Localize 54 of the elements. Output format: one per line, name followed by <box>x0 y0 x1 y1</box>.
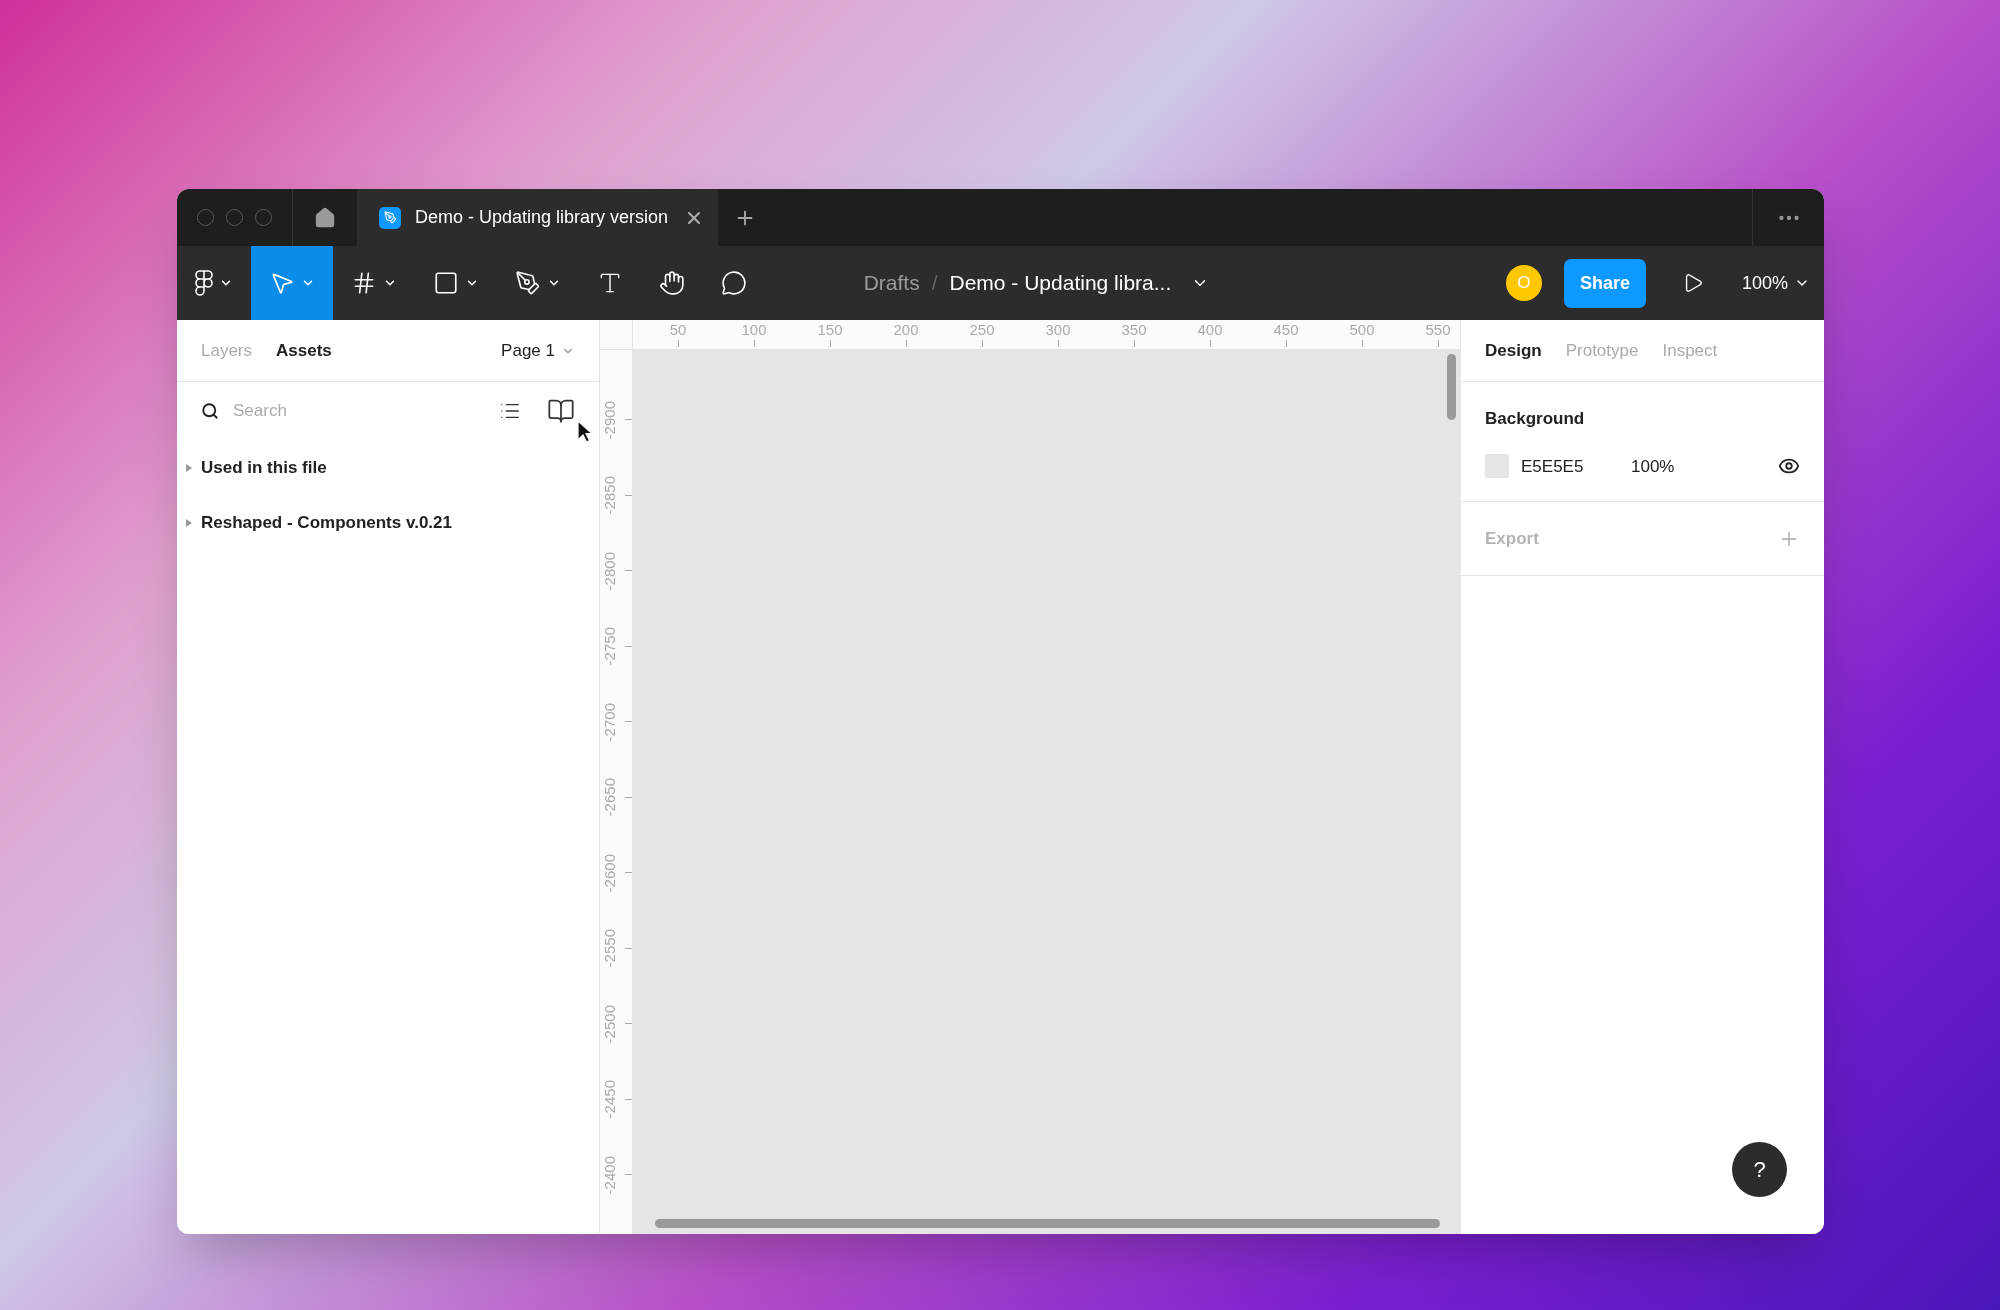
hand-icon <box>659 270 685 296</box>
ruler-label: -2550 <box>600 929 619 968</box>
ruler-label: -2850 <box>600 476 619 515</box>
breadcrumb-folder[interactable]: Drafts <box>863 267 920 299</box>
color-swatch[interactable] <box>1485 454 1509 479</box>
home-icon <box>314 206 336 229</box>
hex-value[interactable]: E5E5E5 <box>1521 453 1631 479</box>
page-selector[interactable]: Page 1 <box>501 337 575 364</box>
ruler-label: -2400 <box>600 1155 619 1194</box>
search-field[interactable]: Search <box>233 398 433 424</box>
ruler-label: 300 <box>1045 320 1071 340</box>
ruler-label: -2450 <box>600 1080 619 1119</box>
section-title: Background <box>1485 408 1586 430</box>
collapsed-icon <box>185 462 193 473</box>
comment-icon <box>721 270 747 296</box>
ruler-label: -2650 <box>600 778 619 817</box>
ruler-label: 500 <box>1349 320 1375 340</box>
asset-section[interactable]: Reshaped - Components v.0.21 <box>177 495 599 550</box>
ruler-label: 150 <box>817 320 843 340</box>
ruler-label: -2800 <box>600 551 619 590</box>
cursor-icon <box>577 420 593 444</box>
horizontal-scrollbar[interactable] <box>655 1219 1440 1228</box>
ruler-label: -2500 <box>600 1004 619 1043</box>
opacity-value[interactable]: 100% <box>1631 453 1778 479</box>
ruler-label: 400 <box>1197 320 1223 340</box>
section-title: Export <box>1485 527 1540 550</box>
ruler-label: 50 <box>669 320 687 340</box>
search-icon <box>201 402 219 420</box>
ruler-label: -2900 <box>600 400 619 439</box>
ruler-label: -2700 <box>600 702 619 741</box>
ruler-label: -2750 <box>600 627 619 666</box>
panel-tab[interactable]: Assets <box>276 337 332 364</box>
asset-section[interactable]: Used in this file <box>177 440 599 495</box>
breadcrumb-separator: / <box>931 270 938 297</box>
zoom-menu[interactable]: 100% <box>1741 269 1810 297</box>
logo-icon <box>195 270 213 296</box>
ruler-label: 250 <box>969 320 995 340</box>
file-name[interactable]: Demo - Updating libra... <box>949 267 1172 299</box>
library-icon[interactable] <box>547 397 575 425</box>
ruler-label: -2600 <box>600 853 619 892</box>
pen-icon <box>515 270 541 296</box>
vertical-scrollbar[interactable] <box>1447 354 1456 420</box>
file-icon <box>379 206 401 229</box>
ruler-label: 450 <box>1273 320 1299 340</box>
ruler-label: 200 <box>893 320 919 340</box>
rectangle-icon <box>433 270 459 296</box>
panel-tab[interactable]: Design <box>1485 337 1542 364</box>
help-button[interactable]: ? <box>1732 1142 1787 1197</box>
collapsed-icon <box>185 517 193 528</box>
ruler-label: 550 <box>1425 320 1451 340</box>
file-tab[interactable]: Demo - Updating library version <box>357 189 718 246</box>
ruler-label: 100 <box>741 320 767 340</box>
tab-title: Demo - Updating library version <box>415 206 670 229</box>
ruler-label: 350 <box>1121 320 1147 340</box>
